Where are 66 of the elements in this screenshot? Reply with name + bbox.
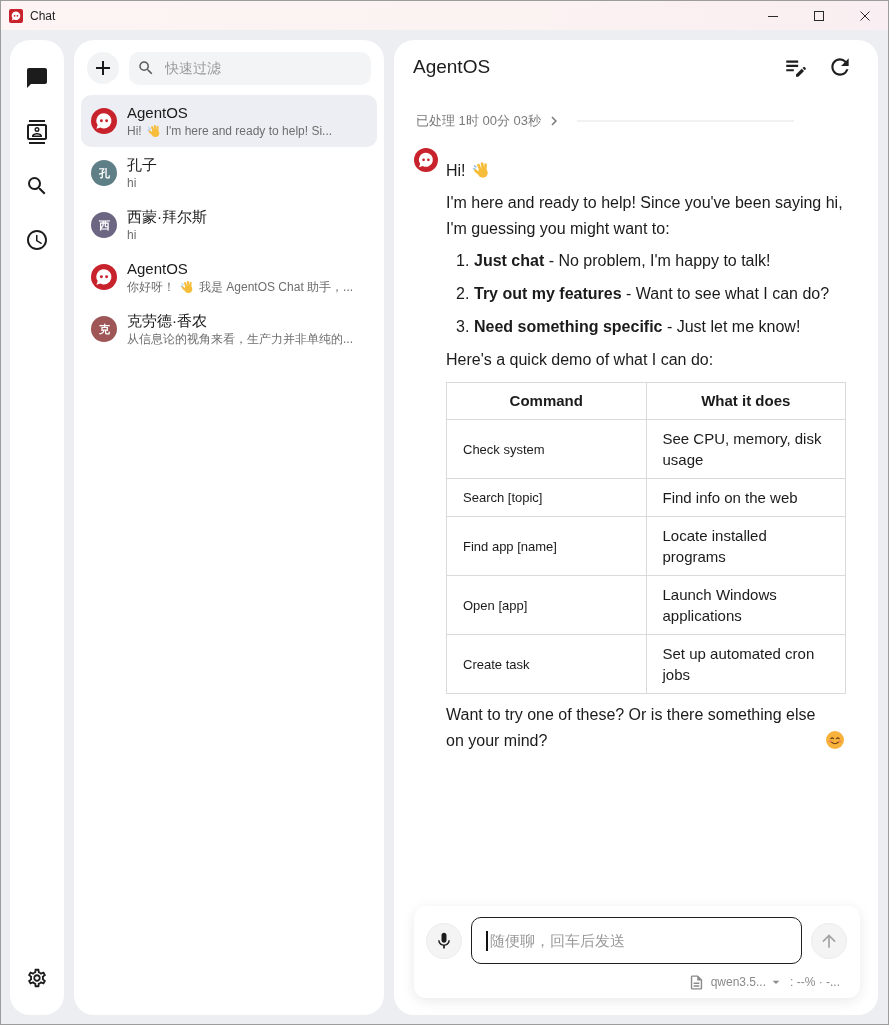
waving-hand-icon	[471, 161, 490, 179]
bot-avatar-icon	[91, 108, 117, 134]
microphone-button[interactable]	[426, 922, 462, 959]
bot-avatar-icon	[414, 148, 438, 172]
contact-name: AgentOS	[127, 102, 189, 122]
avatar: 克	[91, 316, 117, 342]
conversation-item[interactable]: 克 克劳德·香农 从信息论的视角来看，生产力并非单纯的...	[81, 303, 377, 355]
search-icon	[137, 59, 155, 77]
list-number: 3.	[456, 317, 471, 337]
table-header-cell: What it does	[646, 382, 846, 420]
message-text: Want to try one of these? Or is there something else on your mind?	[446, 705, 817, 751]
list-item-text: Need something specific - Just let me know!	[474, 317, 802, 337]
list-number: 2.	[456, 284, 471, 304]
table-cell: Find app [name]	[446, 516, 646, 576]
message-input[interactable]: 随便聊，回车后发送	[471, 917, 802, 964]
table-cell: See CPU, memory, disk usage	[646, 419, 846, 479]
waving-hand-icon	[146, 124, 161, 138]
message-text: I'm here and ready to help! Since you've been saying hi, I'm guessing you might want to:	[446, 194, 843, 237]
processing-time-toggle[interactable]: 已处理 1时 00分 03秒	[416, 112, 563, 130]
conversation-item[interactable]: AgentOS Hi! I'm here and ready to help! Si...	[81, 95, 377, 147]
message-preview: 我是 AgentOS Chat 助手，...	[199, 278, 354, 296]
message-preview: 从信息论的视角来看，生产力并非单纯的...	[127, 330, 353, 348]
model-selector[interactable]: qwen3.5...	[710, 974, 784, 990]
table-cell: Find info on the web	[646, 478, 846, 517]
table-cell: Set up automated cron jobs	[646, 634, 846, 694]
conversation-item[interactable]: AgentOS 你好呀！ 我是 AgentOS Chat 助手，...	[81, 251, 377, 303]
contacts-icon	[25, 120, 49, 144]
app-icon	[9, 8, 23, 23]
message-preview: hi	[127, 226, 137, 244]
chat-bubble-icon	[25, 66, 49, 90]
settings-icon	[26, 967, 48, 989]
contact-name: 克劳德·香农	[127, 310, 208, 330]
list-number: 1.	[456, 251, 471, 271]
message-text: Hi!	[446, 161, 466, 181]
avatar: 西	[91, 212, 117, 238]
conversation-item[interactable]: 孔 孔子 hi	[81, 147, 377, 199]
message-preview: hi	[127, 174, 137, 192]
waving-hand-icon	[180, 280, 194, 294]
smiling-face-icon	[826, 731, 844, 749]
message-text: Here's a quick demo of what I can do:	[446, 351, 714, 368]
contact-name: AgentOS	[127, 258, 189, 278]
table-header-cell: Command	[446, 382, 646, 420]
message-preview: 你好呀！	[127, 278, 175, 296]
table-cell: Open [app]	[446, 575, 646, 635]
list-item-text: Just chat - No problem, I'm happy to talk!	[474, 251, 772, 271]
list-item-text: Try out my features - Want to see what I can do?	[474, 284, 831, 304]
table-cell: Search [topic]	[446, 478, 646, 517]
table-cell: Create task	[446, 634, 646, 694]
contact-name: 孔子	[127, 154, 158, 174]
conversation-item[interactable]: 西 西蒙·拜尔斯 hi	[81, 199, 377, 251]
usage-stats: : --% · -...	[790, 975, 840, 989]
maximize-icon	[814, 10, 824, 21]
clock-icon	[25, 228, 49, 252]
message-preview: Hi!	[127, 122, 142, 140]
search-field[interactable]: 快速过滤	[129, 51, 371, 85]
window-title: Chat	[30, 8, 57, 23]
bot-avatar-icon	[91, 264, 117, 290]
new-chat-button[interactable]	[87, 52, 119, 84]
close-icon	[860, 10, 870, 21]
chat-title: AgentOS	[413, 56, 492, 78]
avatar: 孔	[91, 160, 117, 186]
table-cell: Check system	[446, 419, 646, 479]
table-cell: Locate installed programs	[646, 516, 846, 576]
message-preview: I'm here and ready to help! Si...	[165, 122, 333, 140]
table-cell: Launch Windows applications	[646, 575, 846, 635]
contact-name: 西蒙·拜尔斯	[127, 206, 208, 226]
